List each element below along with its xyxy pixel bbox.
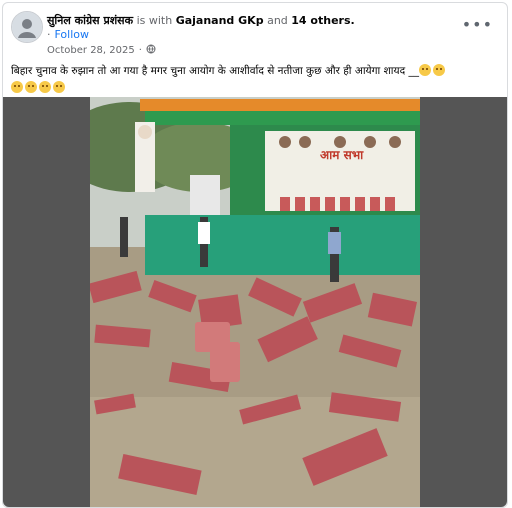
- laughing-emoji-icon: [432, 64, 445, 76]
- laughing-emoji-icon: [25, 81, 37, 93]
- follow-row: · Follow: [47, 28, 89, 41]
- post-text: बिहार चुनाव के रुझान तो आ गया है मगर चुन…: [11, 63, 503, 97]
- post-meta: October 28, 2025 ·: [47, 44, 156, 57]
- banner-text: आम सभा: [320, 148, 364, 162]
- meta-separator: ·: [138, 45, 142, 56]
- post-media[interactable]: आम सभा: [3, 97, 507, 507]
- tagged-user[interactable]: Gajanand GKp: [176, 14, 264, 27]
- follow-separator: ·: [47, 28, 51, 41]
- laughing-emoji-icon: [39, 81, 51, 93]
- laughing-emoji-icon: [418, 64, 431, 76]
- post-body: बिहार चुनाव के रुझान तो आ गया है मगर चुन…: [11, 65, 419, 77]
- more-options-icon[interactable]: •••: [462, 15, 493, 34]
- author-name[interactable]: सुनिल कांग्रेस प्रशंसक: [47, 14, 133, 27]
- rally-photo-image: आम सभा: [90, 97, 420, 507]
- post-card: सुनिल कांग्रेस प्रशंसक is with Gajanand …: [2, 2, 508, 508]
- profile-avatar[interactable]: [11, 11, 43, 43]
- rally-photo: आम सभा: [90, 97, 420, 507]
- laughing-emoji-icon: [11, 81, 23, 93]
- globe-icon: [146, 44, 156, 57]
- tagged-others[interactable]: 14 others.: [291, 14, 354, 27]
- and-text: and: [267, 14, 288, 27]
- laughing-emoji-icon: [53, 81, 65, 93]
- post-date[interactable]: October 28, 2025: [47, 45, 135, 56]
- avatar-image: [12, 12, 42, 42]
- follow-button[interactable]: Follow: [55, 28, 90, 41]
- post-header: सुनिल कांग्रेस प्रशंसक is with Gajanand …: [47, 13, 467, 28]
- with-text: is with: [136, 14, 173, 27]
